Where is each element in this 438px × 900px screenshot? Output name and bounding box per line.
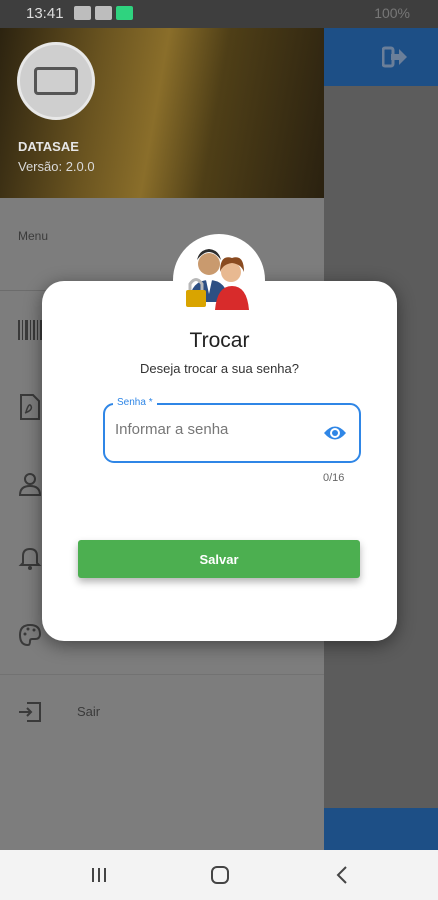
password-input[interactable]: [115, 421, 315, 438]
drawer-header: DATASAE Versão: 2.0.0: [0, 28, 324, 198]
home-icon[interactable]: [207, 863, 233, 887]
status-bar: 13:41 100%: [0, 0, 438, 28]
back-icon[interactable]: [330, 863, 356, 887]
drawer-item-sair[interactable]: Sair: [0, 685, 324, 741]
eye-icon[interactable]: [323, 422, 347, 444]
barcode-icon: [18, 320, 42, 340]
notification-icon: [74, 6, 91, 20]
pdf-icon: [20, 394, 40, 420]
notification-icon: [95, 6, 112, 20]
bell-icon: [18, 547, 42, 570]
password-field[interactable]: Senha *: [103, 397, 361, 463]
app-logo: [17, 42, 95, 120]
recent-apps-icon[interactable]: [86, 863, 112, 887]
status-notification-icons: [74, 6, 133, 20]
system-navigation-bar: [0, 850, 438, 900]
drawer-item-label: Sair: [77, 704, 101, 719]
status-time: 13:41: [26, 5, 64, 22]
divider: [0, 674, 324, 675]
palette-icon: [18, 623, 42, 647]
running-icon: [116, 6, 133, 20]
app-name: DATASAE: [18, 139, 79, 154]
app-version: Versão: 2.0.0: [18, 159, 95, 174]
dialog-title: Trocar: [189, 329, 250, 352]
save-button[interactable]: Salvar: [78, 540, 360, 578]
password-field-label: Senha *: [113, 397, 157, 408]
menu-title: Menu: [18, 229, 49, 243]
dialog-subtitle: Deseja trocar a sua senha?: [140, 361, 299, 376]
character-counter: 0/16: [323, 472, 345, 484]
logout-icon[interactable]: [382, 46, 408, 68]
users-lock-icon: [173, 234, 265, 326]
bus-logo-icon: [34, 67, 78, 95]
person-icon: [18, 473, 42, 496]
change-password-dialog: Trocar Deseja trocar a sua senha? Senha …: [42, 281, 397, 641]
exit-icon: [19, 702, 41, 722]
battery-level: 100%: [374, 5, 410, 21]
